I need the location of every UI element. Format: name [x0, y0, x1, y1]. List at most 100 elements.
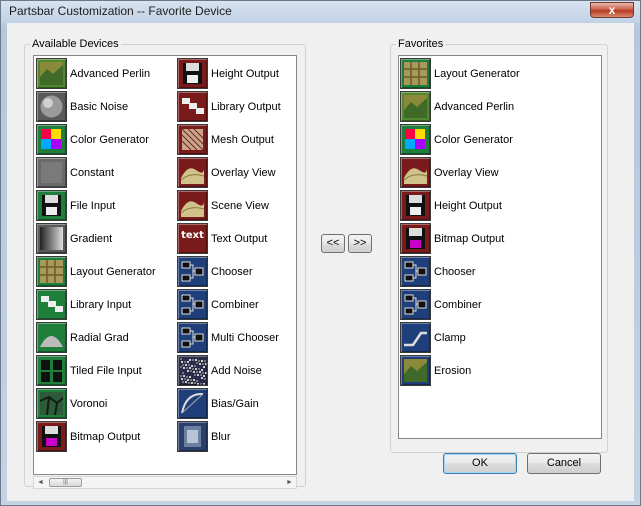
available-device-item[interactable]: File Input: [36, 189, 176, 222]
available-device-item-label: Radial Grad: [70, 331, 129, 344]
available-device-item-label: Basic Noise: [70, 100, 129, 113]
favorite-device-item-label: Layout Generator: [434, 67, 520, 80]
multi-chooser-icon: [177, 322, 208, 353]
library-output-icon: [177, 91, 208, 122]
available-device-item[interactable]: Chooser: [177, 255, 296, 288]
available-device-item-label: Mesh Output: [211, 133, 274, 146]
favorite-device-item[interactable]: Combiner: [400, 288, 600, 321]
favorite-device-item[interactable]: Color Generator: [400, 123, 600, 156]
add-noise-icon: [177, 355, 208, 386]
favorite-device-item-label: Bitmap Output: [434, 232, 505, 245]
available-device-item-label: Gradient: [70, 232, 113, 245]
available-devices-group: Available Devices Advanced Perlin Basic N…: [24, 38, 306, 489]
available-device-item-label: Height Output: [211, 67, 279, 80]
overlay-view-icon: [177, 157, 208, 188]
available-device-item-label: Bias/Gain: [211, 397, 259, 410]
available-device-item[interactable]: Voronoi: [36, 387, 176, 420]
favorite-device-item[interactable]: Layout Generator: [400, 57, 600, 90]
favorite-device-item-label: Erosion: [434, 364, 472, 377]
scroll-right-arrow-icon[interactable]: ►: [283, 477, 296, 488]
available-device-item[interactable]: Constant: [36, 156, 176, 189]
favorite-device-item-label: Chooser: [434, 265, 476, 278]
favorite-device-item[interactable]: Advanced Perlin: [400, 90, 600, 123]
available-device-item-label: Tiled File Input: [70, 364, 142, 377]
layout-generator-icon: [400, 58, 431, 89]
favorite-device-item[interactable]: Overlay View: [400, 156, 600, 189]
available-device-item[interactable]: Mesh Output: [177, 123, 296, 156]
overlay-view-icon: [400, 157, 431, 188]
favorite-device-item[interactable]: Bitmap Output: [400, 222, 600, 255]
available-device-item[interactable]: Scene View: [177, 189, 296, 222]
available-device-item-label: Add Noise: [211, 364, 262, 377]
favorite-device-item-label: Combiner: [434, 298, 482, 311]
remove-from-favorites-button[interactable]: <<: [321, 234, 345, 253]
available-device-item[interactable]: Overlay View: [177, 156, 296, 189]
available-device-item[interactable]: Color Generator: [36, 123, 176, 156]
available-device-item[interactable]: Blur: [177, 420, 296, 453]
title-bar[interactable]: Partsbar Customization -- Favorite Devic…: [1, 1, 640, 23]
available-device-item[interactable]: Tiled File Input: [36, 354, 176, 387]
file-input-icon: [36, 190, 67, 221]
gradient-icon: [36, 223, 67, 254]
available-device-item[interactable]: Multi Chooser: [177, 321, 296, 354]
favorite-device-item-label: Clamp: [434, 331, 466, 344]
available-devices-label: Available Devices: [30, 38, 121, 50]
available-device-item-label: Multi Chooser: [211, 331, 279, 344]
blur-icon: [177, 421, 208, 452]
favorite-device-item[interactable]: Chooser: [400, 255, 600, 288]
favorite-device-item-label: Advanced Perlin: [434, 100, 515, 113]
available-device-item-label: Library Output: [211, 100, 281, 113]
available-device-item[interactable]: text Text Output: [177, 222, 296, 255]
available-device-item-label: Color Generator: [70, 133, 149, 146]
clamp-icon: [400, 322, 431, 353]
ok-button[interactable]: OK: [443, 453, 517, 474]
available-device-item-label: File Input: [70, 199, 116, 212]
bias-gain-icon: [177, 388, 208, 419]
dialog-window: Partsbar Customization -- Favorite Devic…: [0, 0, 641, 506]
available-device-item-label: Chooser: [211, 265, 253, 278]
available-device-item[interactable]: Basic Noise: [36, 90, 176, 123]
available-device-item[interactable]: Radial Grad: [36, 321, 176, 354]
constant-icon: [36, 157, 67, 188]
text-output-icon: text: [177, 223, 208, 254]
favorite-device-item[interactable]: Clamp: [400, 321, 600, 354]
favorites-group: Favorites Layout Generator Advanced Perli…: [390, 38, 608, 453]
favorites-column: Layout Generator Advanced Perlin Color Gen…: [400, 57, 600, 387]
favorite-device-item[interactable]: Erosion: [400, 354, 600, 387]
available-devices-list[interactable]: Advanced Perlin Basic Noise Color Generato…: [33, 55, 297, 475]
available-device-item[interactable]: Add Noise: [177, 354, 296, 387]
close-button[interactable]: x: [590, 2, 634, 18]
library-input-icon: [36, 289, 67, 320]
favorites-list[interactable]: Layout Generator Advanced Perlin Color Gen…: [398, 55, 602, 439]
available-device-item[interactable]: Bias/Gain: [177, 387, 296, 420]
scene-view-icon: [177, 190, 208, 221]
available-right-column: Height Output Library Output Mesh Output Ov…: [177, 57, 296, 453]
dialog-client-area: Available Devices Advanced Perlin Basic N…: [7, 23, 634, 501]
radial-grad-icon: [36, 322, 67, 353]
available-device-item[interactable]: Bitmap Output: [36, 420, 176, 453]
cancel-button[interactable]: Cancel: [527, 453, 601, 474]
available-device-item-label: Text Output: [211, 232, 268, 245]
close-icon: x: [608, 3, 616, 17]
favorite-device-item[interactable]: Height Output: [400, 189, 600, 222]
available-device-item[interactable]: Advanced Perlin: [36, 57, 176, 90]
basic-noise-icon: [36, 91, 67, 122]
available-device-item[interactable]: Library Output: [177, 90, 296, 123]
bitmap-output-icon: [36, 421, 67, 452]
available-device-item-label: Scene View: [211, 199, 269, 212]
available-device-item-label: Constant: [70, 166, 115, 179]
available-device-item[interactable]: Height Output: [177, 57, 296, 90]
available-device-item[interactable]: Gradient: [36, 222, 176, 255]
add-to-favorites-button[interactable]: >>: [348, 234, 372, 253]
available-device-item[interactable]: Combiner: [177, 288, 296, 321]
scroll-left-arrow-icon[interactable]: ◄: [34, 477, 47, 488]
available-device-item[interactable]: Layout Generator: [36, 255, 176, 288]
favorite-device-item-label: Color Generator: [434, 133, 513, 146]
horizontal-scrollbar[interactable]: ◄ ||| ►: [33, 476, 297, 489]
tiled-file-input-icon: [36, 355, 67, 386]
available-device-item-label: Overlay View: [211, 166, 276, 179]
height-output-icon: [177, 58, 208, 89]
available-device-item-label: Bitmap Output: [70, 430, 141, 443]
available-device-item[interactable]: Library Input: [36, 288, 176, 321]
scroll-thumb[interactable]: |||: [49, 478, 82, 487]
